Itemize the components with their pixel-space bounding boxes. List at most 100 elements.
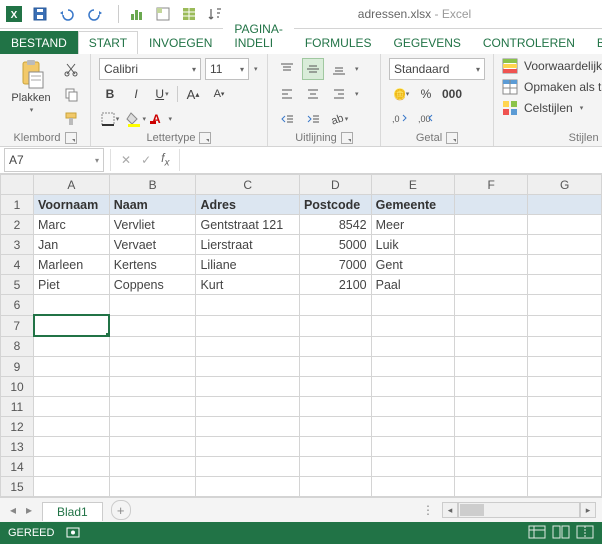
- fill-color-icon[interactable]: ▾: [125, 108, 147, 130]
- row-header[interactable]: 2: [1, 215, 34, 235]
- cell[interactable]: 5000: [299, 235, 371, 255]
- border-icon[interactable]: ▾: [99, 108, 121, 130]
- col-header[interactable]: G: [528, 175, 602, 195]
- row-header[interactable]: 6: [1, 295, 34, 316]
- cut-icon[interactable]: [60, 58, 82, 80]
- sheet-tab[interactable]: Blad1: [42, 502, 103, 521]
- align-middle-icon[interactable]: [302, 58, 324, 80]
- cell[interactable]: Adres: [196, 195, 299, 215]
- cell[interactable]: Coppens: [109, 275, 196, 295]
- decrease-indent-icon[interactable]: [276, 108, 298, 130]
- align-right-icon[interactable]: [328, 83, 350, 105]
- grow-font-icon[interactable]: A▴: [182, 83, 204, 105]
- decrease-decimal-icon[interactable]: ,00: [415, 108, 437, 130]
- cell[interactable]: Kertens: [109, 255, 196, 275]
- sheet-nav-next-icon[interactable]: ▸: [22, 503, 36, 517]
- redo-icon[interactable]: [88, 6, 108, 22]
- cell[interactable]: 8542: [299, 215, 371, 235]
- view-normal-icon[interactable]: [528, 525, 546, 542]
- cell-styles-button[interactable]: Celstijlen▾: [502, 100, 602, 116]
- percent-icon[interactable]: %: [415, 83, 437, 105]
- conditional-formatting-button[interactable]: Voorwaardelijke opmaak▾: [502, 58, 602, 74]
- horizontal-scrollbar[interactable]: [458, 502, 580, 518]
- qat-btn-table-icon[interactable]: [181, 6, 197, 22]
- row-header[interactable]: 5: [1, 275, 34, 295]
- number-format-combo[interactable]: Standaard▾: [389, 58, 485, 80]
- cell[interactable]: [455, 255, 528, 275]
- cell[interactable]: Vervliet: [109, 215, 196, 235]
- qat-btn-pivot-icon[interactable]: [155, 6, 171, 22]
- col-header[interactable]: C: [196, 175, 299, 195]
- cell[interactable]: Lierstraat: [196, 235, 299, 255]
- underline-icon[interactable]: U▾: [151, 83, 173, 105]
- dialog-launcher-icon[interactable]: [446, 132, 458, 144]
- row-header[interactable]: 1: [1, 195, 34, 215]
- dialog-launcher-icon[interactable]: [341, 132, 353, 144]
- row-header[interactable]: 14: [1, 457, 34, 477]
- cell[interactable]: [455, 195, 528, 215]
- macro-record-icon[interactable]: [66, 525, 80, 542]
- tab-controleren[interactable]: CONTROLEREN: [472, 31, 586, 54]
- cell[interactable]: Jan: [34, 235, 110, 255]
- tab-gegevens[interactable]: GEGEVENS: [383, 31, 472, 54]
- sheet-nav-prev-icon[interactable]: ◂: [6, 503, 20, 517]
- col-header[interactable]: D: [299, 175, 371, 195]
- insert-function-icon[interactable]: fx: [161, 151, 169, 168]
- qat-btn-sort-icon[interactable]: [207, 6, 223, 22]
- accounting-format-icon[interactable]: 🪙▾: [389, 83, 411, 105]
- cell[interactable]: 7000: [299, 255, 371, 275]
- row-header[interactable]: 13: [1, 437, 34, 457]
- scroll-right-icon[interactable]: ▸: [580, 502, 596, 518]
- row-header[interactable]: 9: [1, 357, 34, 377]
- save-icon[interactable]: [32, 6, 48, 22]
- spreadsheet-grid[interactable]: A B C D E F G 1 Voornaam Naam Adres Post…: [0, 174, 602, 497]
- shrink-font-icon[interactable]: A▾: [208, 83, 230, 105]
- italic-icon[interactable]: I: [125, 83, 147, 105]
- row-header[interactable]: 8: [1, 336, 34, 357]
- name-box[interactable]: A7▾: [4, 148, 104, 172]
- font-color-icon[interactable]: A▾: [151, 108, 173, 130]
- align-top-icon[interactable]: [276, 58, 298, 80]
- cell[interactable]: [528, 195, 602, 215]
- cell[interactable]: 2100: [299, 275, 371, 295]
- row-header[interactable]: 11: [1, 397, 34, 417]
- cell[interactable]: Piet: [34, 275, 110, 295]
- tab-file[interactable]: BESTAND: [0, 31, 78, 54]
- view-page-break-icon[interactable]: [576, 525, 594, 542]
- align-center-icon[interactable]: [302, 83, 324, 105]
- cell[interactable]: Naam: [109, 195, 196, 215]
- new-sheet-button[interactable]: +: [111, 500, 131, 520]
- cell[interactable]: Postcode: [299, 195, 371, 215]
- cell[interactable]: [455, 275, 528, 295]
- scroll-left-icon[interactable]: ◂: [442, 502, 458, 518]
- cell[interactable]: Liliane: [196, 255, 299, 275]
- col-header[interactable]: B: [109, 175, 196, 195]
- cell[interactable]: Gemeente: [371, 195, 454, 215]
- tab-formules[interactable]: FORMULES: [294, 31, 383, 54]
- col-header[interactable]: F: [455, 175, 528, 195]
- tab-pagina[interactable]: PAGINA-INDELI: [223, 17, 293, 54]
- cell[interactable]: [528, 235, 602, 255]
- cell[interactable]: Luik: [371, 235, 454, 255]
- cell[interactable]: [528, 255, 602, 275]
- cell[interactable]: [455, 235, 528, 255]
- copy-icon[interactable]: [60, 83, 82, 105]
- dialog-launcher-icon[interactable]: [65, 132, 77, 144]
- undo-icon[interactable]: [58, 6, 78, 22]
- align-bottom-icon[interactable]: [328, 58, 350, 80]
- format-as-table-button[interactable]: Opmaken als tabel▾: [502, 79, 602, 95]
- cell[interactable]: [528, 215, 602, 235]
- cell[interactable]: [34, 295, 110, 316]
- row-header[interactable]: 10: [1, 377, 34, 397]
- cell[interactable]: Paal: [371, 275, 454, 295]
- font-name-combo[interactable]: Calibri▾: [99, 58, 201, 80]
- cell[interactable]: Kurt: [196, 275, 299, 295]
- row-header[interactable]: 4: [1, 255, 34, 275]
- cell[interactable]: [455, 215, 528, 235]
- cell[interactable]: Gent: [371, 255, 454, 275]
- increase-decimal-icon[interactable]: ,0: [389, 108, 411, 130]
- cell[interactable]: Marc: [34, 215, 110, 235]
- cancel-formula-icon[interactable]: ✕: [121, 153, 131, 167]
- cell[interactable]: Marleen: [34, 255, 110, 275]
- thousands-icon[interactable]: 000: [441, 83, 463, 105]
